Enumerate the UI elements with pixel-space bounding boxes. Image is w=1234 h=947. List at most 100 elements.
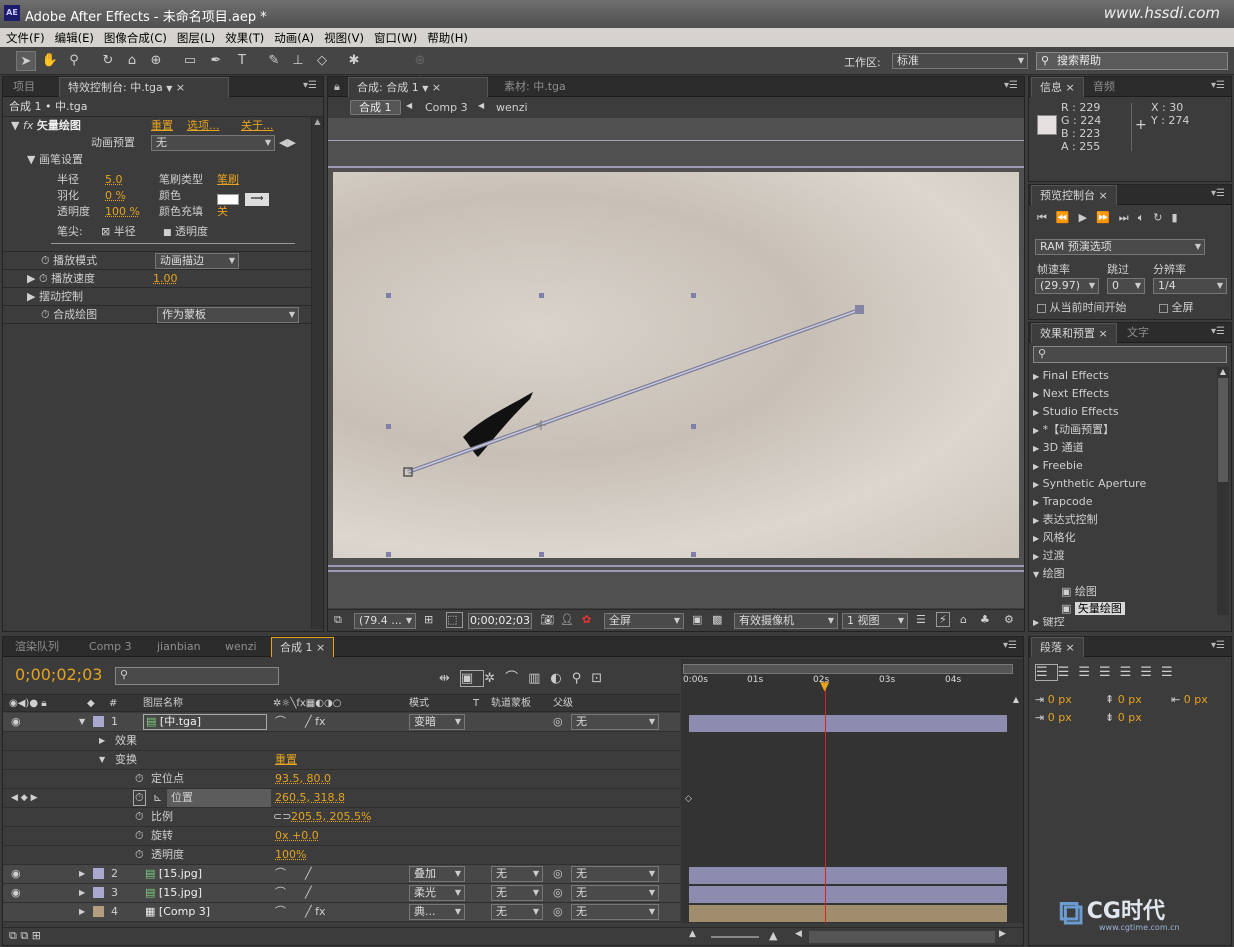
flowchart-icon[interactable]: ♣ [980, 613, 990, 626]
tab-footage[interactable]: 素材: 中.tga [496, 77, 574, 97]
menu-animation[interactable]: 动画(A) [268, 28, 318, 46]
options-link[interactable]: 选项... [187, 117, 220, 135]
layer-bar[interactable] [689, 886, 1007, 903]
panel-menu-icon[interactable]: ▾☰ [1211, 326, 1225, 337]
layer-search-input[interactable]: ⚲ [115, 667, 279, 685]
expand-arrow-icon[interactable]: ▶ [79, 884, 85, 902]
eye-icon[interactable]: ◉ [11, 713, 21, 731]
toggle-switches-icon[interactable]: ⧉ ⧉ ⊞ [9, 929, 41, 943]
tree-item[interactable]: ▶ 过渡 [1033, 547, 1217, 565]
eraser-tool-icon[interactable]: ◇ [312, 51, 332, 71]
breadcrumb-comp1[interactable]: 合成 1 [350, 100, 401, 115]
tree-item[interactable]: ▶ Final Effects [1033, 367, 1217, 385]
zoom-slider[interactable] [711, 936, 759, 938]
panel-menu-icon[interactable]: ▾☰ [1211, 640, 1225, 651]
anchor-value[interactable]: 93.5, 80.0 [275, 770, 331, 788]
menu-effect[interactable]: 效果(T) [219, 28, 268, 46]
shy-switch-icon[interactable]: ⌒ [275, 884, 286, 902]
quality-switch-icon[interactable]: ╱ [305, 884, 312, 902]
reset-exposure-icon[interactable]: ⚙ [1004, 613, 1014, 626]
stopwatch-icon[interactable]: ⏱ [135, 846, 144, 864]
motion-blur-icon[interactable]: ◐ [550, 671, 571, 686]
layer-row[interactable]: ◉ ▶ 2 ▤ [15.jpg] ⌒ ╱ 叠加 无 ◎ 无 [3, 865, 680, 884]
tree-item[interactable]: ▶ Synthetic Aperture [1033, 475, 1217, 493]
brush-type-value[interactable]: 笔刷 [217, 171, 239, 189]
show-snapshot-icon[interactable]: 👤︎ [560, 613, 574, 626]
toggle-pixel-aspect-icon[interactable]: ☰ [916, 613, 926, 626]
about-link[interactable]: 关于... [241, 117, 274, 135]
horizontal-scrollbar[interactable] [809, 931, 995, 943]
justify-all-icon[interactable]: ☰ [1161, 665, 1182, 680]
tab-project[interactable]: 项目 [5, 77, 43, 97]
space-before-value[interactable]: 0 px [1118, 693, 1142, 706]
close-icon[interactable]: × [1066, 81, 1075, 94]
tab-effects-presets[interactable]: 效果和预置 × [1031, 323, 1117, 343]
justify-center-icon[interactable]: ☰ [1120, 665, 1141, 680]
tab-render-queue[interactable]: 渲染队列 [7, 637, 67, 657]
stopwatch-icon[interactable]: ⏱ [135, 827, 144, 845]
mask-view-icon[interactable]: ⬚ [446, 612, 463, 628]
quality-switch-icon[interactable]: ╱ [305, 865, 312, 883]
blend-mode-select[interactable]: 典... [409, 904, 465, 920]
color-fill-value[interactable]: 关 [217, 203, 228, 221]
camera-select[interactable]: 有效摄像机 [734, 613, 838, 629]
breadcrumb-comp3[interactable]: Comp 3 [425, 101, 468, 114]
shy-icon[interactable]: ⌒ [505, 671, 528, 686]
layer-row[interactable]: ◉ ▼ 1 ▤ [中.tga] ⌒ ╱ fx 变暗 ◎ 无 [3, 713, 680, 732]
opacity-value[interactable]: 100 % [105, 203, 140, 221]
menu-edit[interactable]: 编辑(E) [49, 28, 98, 46]
effects-scrollbar[interactable]: ▲ [1217, 367, 1229, 615]
layer-bar[interactable] [689, 905, 1007, 922]
tab-comp1[interactable]: 合成 1 × [271, 637, 335, 657]
camera-tool-icon[interactable]: ⌂ [122, 51, 142, 71]
expand-arrow-icon[interactable]: ▼ [11, 119, 19, 132]
brush-settings-group[interactable]: ▼ 画笔设置 [27, 151, 83, 169]
time-graph[interactable]: 0:00s 01s 02s 03s 04s ◇ ▼ [681, 659, 1023, 923]
tree-item[interactable]: ▶ Trapcode [1033, 493, 1217, 511]
lock-icon[interactable]: 🔒︎ [334, 80, 340, 94]
transform-group-row[interactable]: ▼ 变换 重置 [3, 751, 680, 770]
reset-link[interactable]: 重置 [151, 117, 173, 135]
expand-arrow-icon[interactable]: ▶ [27, 272, 35, 285]
menu-file[interactable]: 文件(F) [0, 28, 49, 46]
pickwhip-icon[interactable]: ◎ [553, 884, 563, 902]
menu-composition[interactable]: 图像合成(C) [98, 28, 171, 46]
rotation-value[interactable]: 0x +0.0 [275, 827, 319, 845]
from-current-time-checkbox[interactable]: 从当前时间开始 [1037, 299, 1127, 315]
fps-select[interactable]: (29.97) [1035, 278, 1099, 294]
position-value[interactable]: 260.5, 318.8 [275, 789, 345, 807]
playhead-handle-icon[interactable]: ▼ [820, 679, 829, 693]
brainstorm-icon[interactable]: ⚲ [572, 671, 592, 686]
clone-stamp-tool-icon[interactable]: ⊥ [288, 51, 308, 71]
graph-editor-icon[interactable]: ⊡ [591, 671, 612, 686]
parent-select[interactable]: 无 [571, 866, 659, 882]
current-time-display[interactable]: 0;00;02;03 [468, 613, 532, 629]
region-of-interest-icon[interactable]: ▣ [692, 613, 702, 626]
layer-row[interactable]: ▶ 4 ▦ [Comp 3] ⌒ ╱ fx 典... 无 ◎ 无 [3, 903, 680, 922]
layer-name[interactable]: ▤ [15.jpg] [145, 865, 202, 883]
tab-text[interactable]: 文字 [1119, 323, 1157, 343]
canvas-image[interactable] [333, 172, 1019, 558]
col-layer-name[interactable]: 图层名称 [143, 695, 183, 712]
text-tool-icon[interactable]: T [232, 51, 252, 71]
layer-name[interactable]: ▤ [15.jpg] [145, 884, 202, 902]
parent-select[interactable]: 无 [571, 885, 659, 901]
view-layout-select[interactable]: 1 视图 [842, 613, 908, 629]
loop-icon[interactable]: ↻ [1153, 211, 1171, 224]
tab-wenzi[interactable]: wenzi [217, 637, 265, 657]
stopwatch-icon[interactable]: ⏱ [41, 254, 50, 267]
playback-speed-value[interactable]: 1.00 [153, 270, 178, 288]
tip-radius-option[interactable]: ⊠ 半径 [101, 223, 136, 241]
zoom-out-icon[interactable]: ▲ [689, 929, 696, 939]
effects-group-row[interactable]: ▶ 效果 [3, 732, 680, 751]
time-ruler[interactable]: 0:00s 01s 02s 03s 04s [683, 675, 1013, 693]
comp-mini-flowchart-icon[interactable]: ⇹ [439, 671, 460, 686]
panel-menu-icon[interactable]: ▾☰ [303, 80, 317, 91]
menu-help[interactable]: 帮助(H) [421, 28, 472, 46]
indent-left-value[interactable]: 0 px [1048, 693, 1072, 706]
stopwatch-icon[interactable]: ⏱ [41, 308, 50, 321]
composite-select[interactable]: 作为蒙板 [157, 307, 299, 323]
workspace-select[interactable]: 标准 [892, 53, 1028, 69]
label-swatch[interactable] [93, 716, 104, 727]
tab-audio[interactable]: 音频 [1085, 77, 1123, 97]
